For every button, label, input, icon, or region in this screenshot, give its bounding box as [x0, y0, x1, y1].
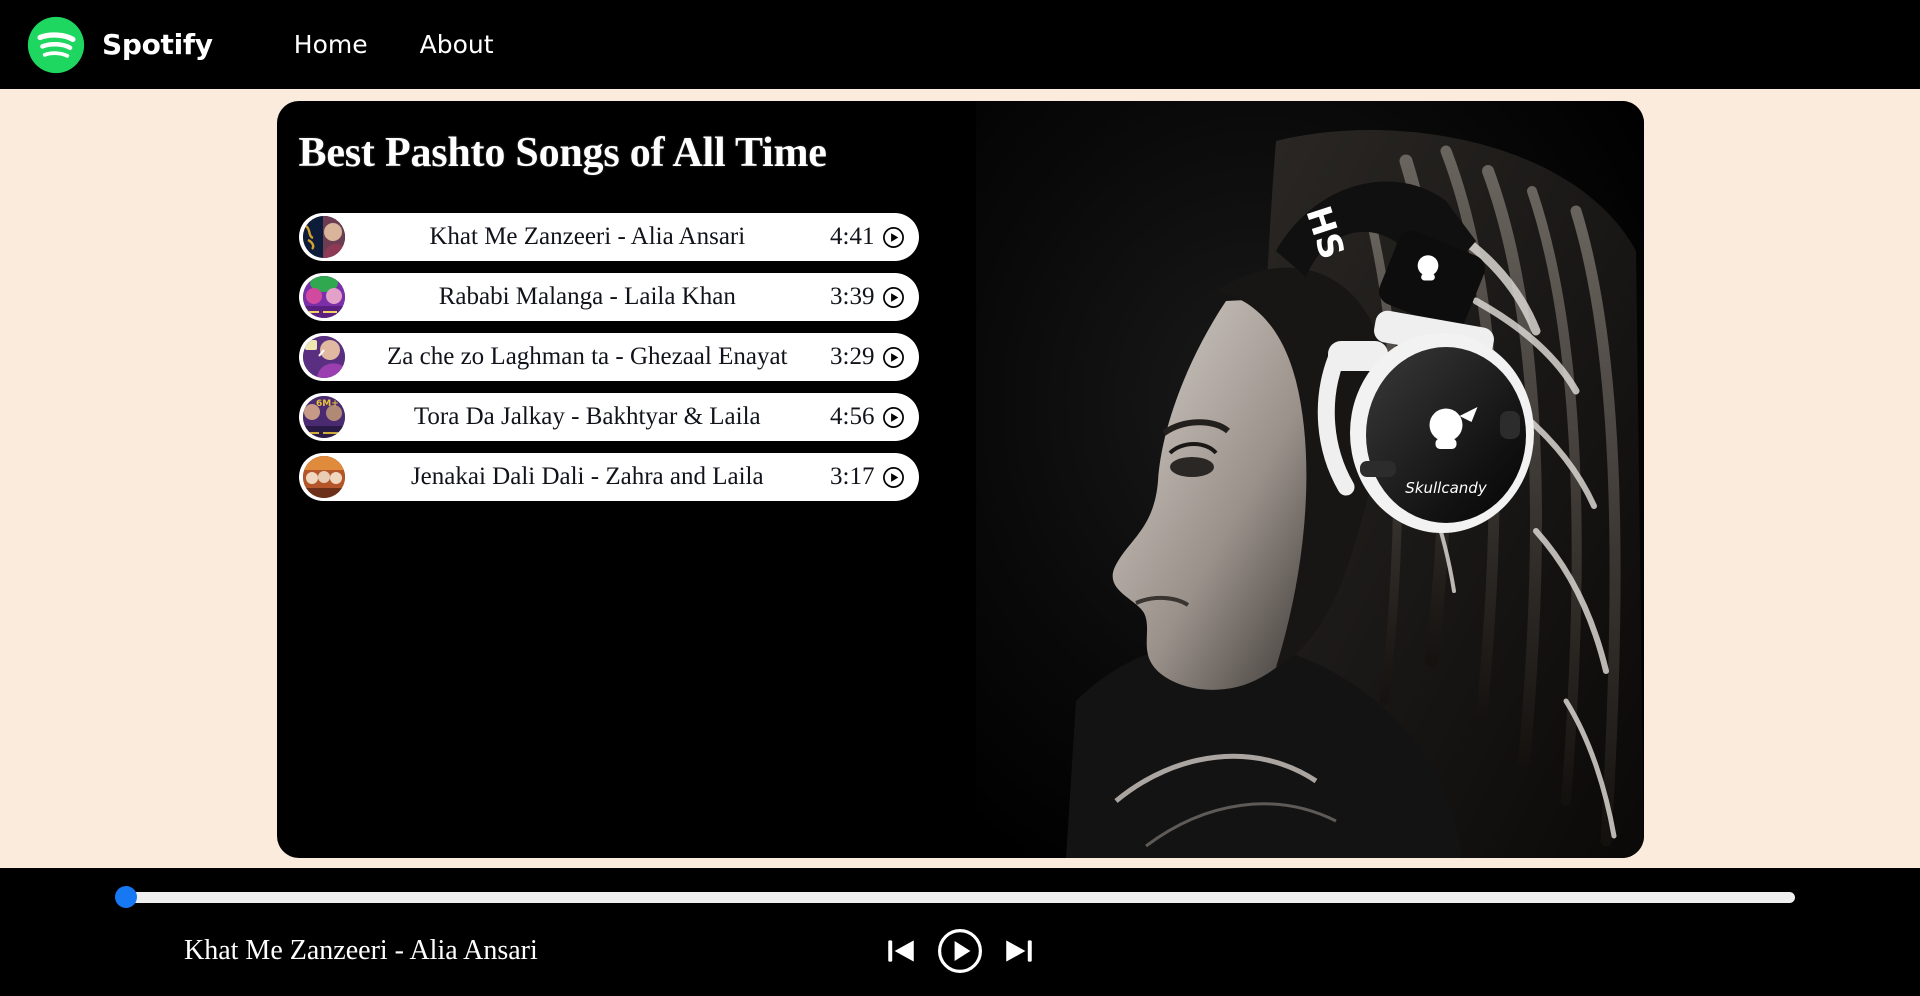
album-art-icon	[302, 336, 345, 378]
tracklist: Khat Me Zanzeeri - Alia Ansari 4:41 Raba…	[298, 213, 1644, 501]
album-art-icon	[302, 216, 345, 258]
track-row[interactable]: Jenakai Dali Dali - Zahra and Laila 3:17	[298, 453, 919, 501]
track-meta: 4:41	[830, 223, 904, 251]
nav-link-about[interactable]: About	[394, 30, 520, 59]
album-art-icon	[302, 456, 345, 498]
track-title: Rababi Malanga - Laila Khan	[438, 283, 736, 310]
track-duration: 4:41	[830, 223, 875, 250]
track-duration: 3:29	[830, 343, 875, 370]
track-title: Tora Da Jalkay - Bakhtyar & Laila	[413, 403, 761, 430]
page-title: Best Pashto Songs of All Time	[298, 130, 827, 176]
skip-back-icon[interactable]	[884, 934, 918, 968]
track-row[interactable]: Rababi Malanga - Laila Khan 3:39	[298, 273, 919, 321]
track-row[interactable]: Khat Me Zanzeeri - Alia Ansari 4:41	[298, 213, 919, 261]
seek-slider[interactable]	[115, 886, 1795, 908]
track-meta: 4:56	[830, 403, 904, 431]
play-circle-icon[interactable]	[882, 406, 905, 429]
album-thumbnail	[302, 216, 345, 258]
svg-text:6M+: 6M+	[316, 399, 339, 409]
play-circle-icon[interactable]	[882, 226, 905, 249]
track-meta: 3:17	[830, 463, 904, 491]
nav-link-home[interactable]: Home	[268, 30, 394, 59]
track-row[interactable]: Za che zo Laghman ta - Ghezaal Enayat 3:…	[298, 333, 919, 381]
album-art-icon: 6M+	[302, 396, 345, 438]
track-row[interactable]: 6M+ Tora Da Jalkay - Bakhtyar & Laila 4:…	[298, 393, 919, 441]
transport-controls	[884, 927, 1036, 975]
track-meta: 3:29	[830, 343, 904, 371]
brand-name: Spotify	[102, 28, 213, 61]
brand-logo-group[interactable]: Spotify	[26, 15, 213, 75]
play-circle-icon[interactable]	[882, 466, 905, 489]
album-thumbnail	[302, 456, 345, 498]
play-circle-icon[interactable]	[936, 927, 984, 975]
player-controls-row: Khat Me Zanzeeri - Alia Ansari	[0, 916, 1920, 986]
track-title: Khat Me Zanzeeri - Alia Ansari	[429, 223, 746, 250]
now-playing-label: Khat Me Zanzeeri - Alia Ansari	[184, 935, 538, 966]
album-thumbnail: 6M+	[302, 396, 345, 438]
seek-thumb[interactable]	[115, 886, 137, 908]
seek-track[interactable]	[123, 891, 1795, 903]
play-circle-icon[interactable]	[882, 346, 905, 369]
navbar: Spotify Home About	[0, 0, 1920, 89]
track-meta: 3:39	[830, 283, 904, 311]
album-thumbnail	[302, 336, 345, 378]
main-stage: HS Skullcandy Best Pashto Songs of All T…	[0, 89, 1920, 868]
album-art-icon	[302, 276, 345, 318]
spotify-logo-icon	[27, 16, 85, 73]
track-title: Za che zo Laghman ta - Ghezaal Enayat	[387, 343, 788, 370]
playlist-card: HS Skullcandy Best Pashto Songs of All T…	[276, 101, 1644, 858]
track-duration: 3:39	[830, 283, 875, 310]
track-duration: 3:17	[830, 463, 875, 490]
album-thumbnail	[302, 276, 345, 318]
track-title: Jenakai Dali Dali - Zahra and Laila	[410, 463, 764, 490]
skip-forward-icon[interactable]	[1002, 934, 1036, 968]
nav-links: Home About	[268, 30, 520, 59]
card-content: Best Pashto Songs of All Time Khat Me Za…	[277, 101, 1644, 501]
track-duration: 4:56	[830, 403, 875, 430]
play-circle-icon[interactable]	[882, 286, 905, 309]
player-bar: Khat Me Zanzeeri - Alia Ansari	[0, 868, 1920, 996]
